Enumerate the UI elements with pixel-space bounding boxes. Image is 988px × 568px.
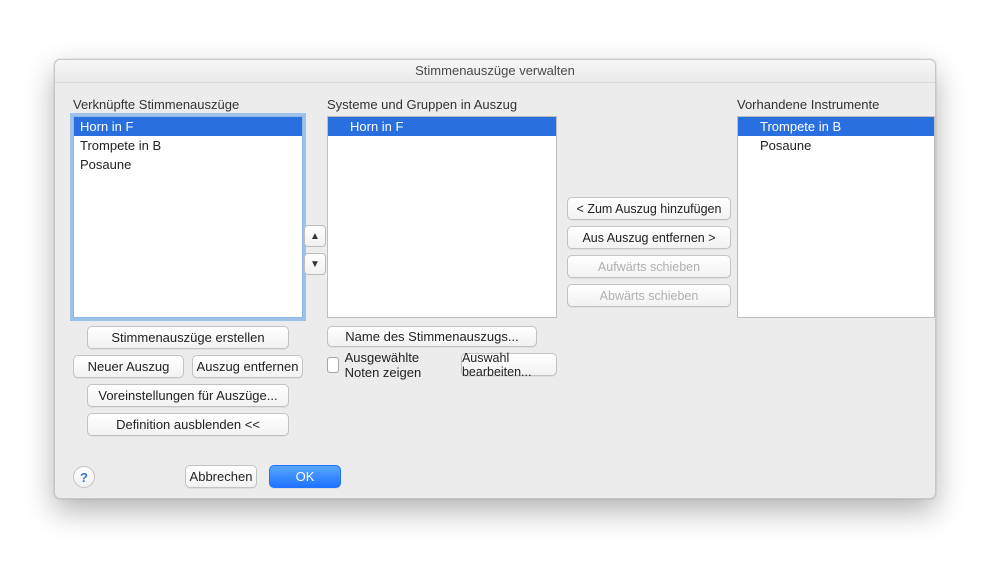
hide-definition-button[interactable]: Definition ausblenden <<: [87, 413, 289, 436]
list-item[interactable]: Trompete in B: [738, 117, 934, 136]
reorder-down-button[interactable]: ▼: [304, 253, 326, 275]
delete-part-button[interactable]: Auszug entfernen: [192, 355, 303, 378]
available-instruments-list[interactable]: Trompete in B Posaune: [737, 116, 935, 318]
show-selected-notes-label: Ausgewählte Noten zeigen: [345, 350, 451, 380]
show-selected-notes-checkbox[interactable]: [327, 357, 339, 373]
reorder-up-button[interactable]: ▲: [304, 225, 326, 247]
new-part-button[interactable]: Neuer Auszug: [73, 355, 184, 378]
chevron-up-icon: ▲: [310, 231, 320, 242]
show-selected-notes-row[interactable]: Ausgewählte Noten zeigen: [327, 354, 451, 375]
list-item[interactable]: Trompete in B: [74, 136, 302, 155]
move-up-button[interactable]: Aufwärts schieben: [567, 255, 731, 278]
generate-parts-button[interactable]: Stimmenauszüge erstellen: [87, 326, 289, 349]
ok-button[interactable]: OK: [269, 465, 341, 488]
move-down-button[interactable]: Abwärts schieben: [567, 284, 731, 307]
available-instruments-label: Vorhandene Instrumente: [737, 97, 935, 112]
remove-from-part-button[interactable]: Aus Auszug entfernen >: [567, 226, 731, 249]
linked-parts-list[interactable]: Horn in F Trompete in B Posaune: [73, 116, 303, 318]
list-item[interactable]: Posaune: [738, 136, 934, 155]
list-item[interactable]: Horn in F: [74, 117, 302, 136]
list-item[interactable]: Posaune: [74, 155, 302, 174]
dialog-content: Verknüpfte Stimmenauszüge Horn in F Trom…: [55, 83, 935, 498]
cancel-button[interactable]: Abbrechen: [185, 465, 257, 488]
add-to-part-button[interactable]: < Zum Auszug hinzufügen: [567, 197, 731, 220]
rename-part-button[interactable]: Name des Stimmenauszugs...: [327, 326, 537, 347]
systems-in-part-list[interactable]: Horn in F: [327, 116, 557, 318]
question-icon: ?: [80, 470, 88, 485]
systems-in-part-label: Systeme und Gruppen in Auszug: [327, 97, 557, 112]
part-prefs-button[interactable]: Voreinstellungen für Auszüge...: [87, 384, 289, 407]
chevron-down-icon: ▼: [310, 259, 320, 270]
list-item[interactable]: Horn in F: [328, 117, 556, 136]
window-title: Stimmenauszüge verwalten: [55, 60, 935, 83]
edit-selection-button[interactable]: Auswahl bearbeiten...: [461, 353, 557, 376]
dialog-window: Stimmenauszüge verwalten Verknüpfte Stim…: [54, 59, 936, 499]
help-button[interactable]: ?: [73, 466, 95, 488]
linked-parts-label: Verknüpfte Stimmenauszüge: [73, 97, 303, 112]
